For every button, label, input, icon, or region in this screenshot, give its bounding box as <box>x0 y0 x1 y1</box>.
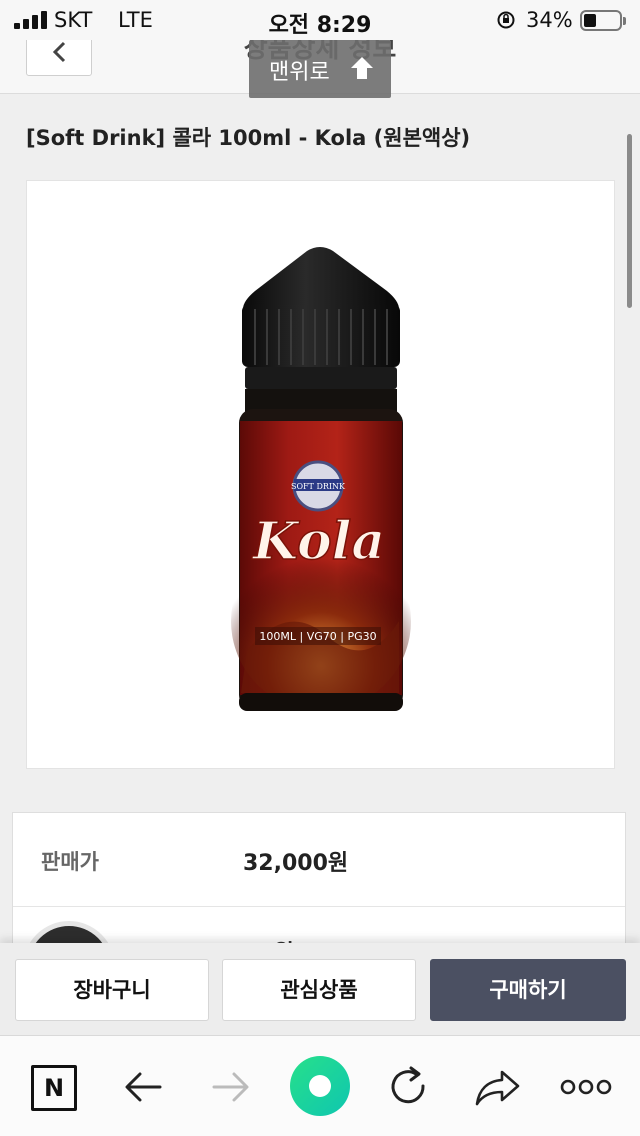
green-dot-icon[interactable] <box>290 1056 350 1116</box>
rotation-lock-icon <box>497 11 515 29</box>
arrow-up-icon <box>351 57 373 79</box>
product-bottle-image: SOFT DRINK Kola 100ML | VG70 | PG30 <box>231 247 411 711</box>
status-bar: SKT LTE 오전 8:29 34% <box>0 0 640 40</box>
wishlist-button[interactable]: 관심상품 <box>222 959 416 1021</box>
reload-icon[interactable] <box>383 1062 433 1112</box>
product-title: [Soft Drink] 콜라 100ml - Kola (원본액상) <box>26 126 471 150</box>
scrollbar[interactable] <box>627 134 632 308</box>
battery-percent: 34% <box>526 8 573 32</box>
share-icon[interactable] <box>472 1062 522 1112</box>
scroll-to-top-label: 맨위로 <box>269 60 330 85</box>
product-image[interactable]: SOFT DRINK Kola 100ML | VG70 | PG30 <box>26 180 615 769</box>
scroll-to-top-button[interactable]: 맨위로 <box>249 40 391 98</box>
price-row: 판매가 32,000원 <box>13 813 625 907</box>
price-value: 32,000원 <box>243 851 349 876</box>
brand-text: Kola <box>251 511 385 572</box>
more-icon[interactable] <box>560 1062 612 1112</box>
naver-n-icon[interactable]: N <box>31 1065 77 1111</box>
battery-icon <box>580 10 626 31</box>
spec-text: 100ML | VG70 | PG30 <box>259 630 376 643</box>
price-label: 판매가 <box>41 850 99 874</box>
add-to-cart-button[interactable]: 장바구니 <box>15 959 209 1021</box>
badge-text: SOFT DRINK <box>291 482 346 491</box>
purchase-action-bar: 장바구니 관심상품 구매하기 <box>0 943 640 1035</box>
back-arrow-icon[interactable] <box>118 1062 168 1112</box>
buy-now-button[interactable]: 구매하기 <box>430 959 626 1021</box>
forward-arrow-icon[interactable] <box>206 1062 256 1112</box>
